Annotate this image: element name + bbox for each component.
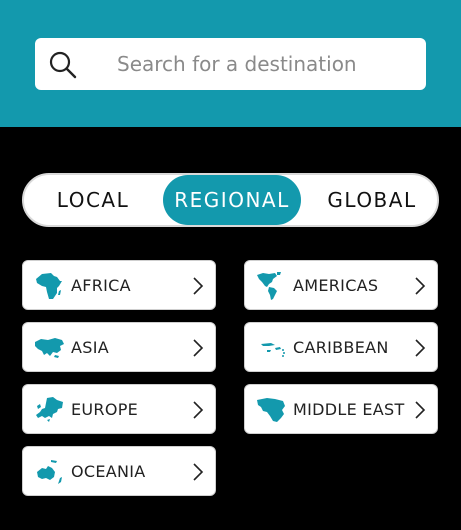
americas-map-icon [257,272,281,300]
europe-map-icon [36,397,63,422]
caribbean-map-icon [261,343,285,357]
tab-local[interactable]: LOCAL [32,175,154,225]
tab-regional[interactable]: REGIONAL [163,175,301,225]
region-card-asia[interactable]: ASIA [22,322,216,372]
region-label: MIDDLE EAST [293,399,405,419]
africa-map-icon [36,273,62,299]
scope-segmented-control: LOCAL REGIONAL GLOBAL [22,173,439,227]
search-icon [49,51,77,79]
chevron-right-icon [193,339,204,357]
chevron-right-icon [415,401,426,419]
region-label: OCEANIA [71,461,146,481]
chevron-right-icon [193,463,204,481]
oceania-map-icon [37,460,62,484]
search-input[interactable] [117,38,417,90]
region-label: AMERICAS [293,275,379,295]
asia-map-icon [35,338,64,358]
region-label: AFRICA [71,275,131,295]
middle-east-map-icon [257,398,285,422]
header-bar [0,0,461,127]
region-card-oceania[interactable]: OCEANIA [22,446,216,496]
chevron-right-icon [415,339,426,357]
region-card-caribbean[interactable]: CARIBBEAN [244,322,438,372]
chevron-right-icon [193,401,204,419]
region-label: CARIBBEAN [293,337,389,357]
region-card-europe[interactable]: EUROPE [22,384,216,434]
region-card-middle-east[interactable]: MIDDLE EAST [244,384,438,434]
region-label: EUROPE [71,399,139,419]
chevron-right-icon [415,277,426,295]
region-label: ASIA [71,337,109,357]
chevron-right-icon [193,277,204,295]
search-box[interactable] [35,38,426,90]
region-card-americas[interactable]: AMERICAS [244,260,438,310]
tab-global[interactable]: GLOBAL [311,175,433,225]
region-card-africa[interactable]: AFRICA [22,260,216,310]
